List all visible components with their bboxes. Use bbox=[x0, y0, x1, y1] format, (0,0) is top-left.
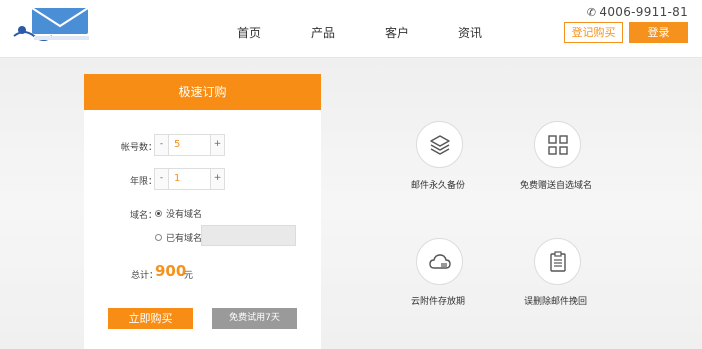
feature-domain-label: 免费赠送自选域名 bbox=[520, 181, 593, 191]
free-trial-button[interactable]: 免费试用7天 bbox=[212, 308, 297, 329]
total-label: 总计： bbox=[131, 271, 159, 281]
phone-icon: ✆ bbox=[586, 6, 597, 19]
years-stepper: - 1 + bbox=[154, 168, 225, 190]
nav-products[interactable]: 产品 bbox=[311, 24, 335, 41]
phone-text: 4006-9911-81 bbox=[599, 5, 688, 19]
has-domain-radio[interactable]: 已有域名 bbox=[155, 231, 202, 244]
layers-icon bbox=[430, 135, 450, 155]
feature-cloud-label: 云附件存放期 bbox=[411, 297, 466, 307]
feature-recover-circle bbox=[534, 238, 581, 285]
accounts-input[interactable]: 5 bbox=[169, 135, 210, 155]
no-domain-radio[interactable]: 没有域名 bbox=[155, 207, 202, 220]
radio-unselected-icon bbox=[155, 234, 162, 241]
accounts-plus-button[interactable]: + bbox=[210, 135, 224, 155]
grid-icon bbox=[548, 135, 568, 155]
has-domain-label: 已有域名 bbox=[166, 234, 203, 244]
cloud-icon bbox=[429, 254, 451, 269]
register-button[interactable]: 登记购买 bbox=[564, 22, 623, 43]
clipboard-icon bbox=[550, 251, 566, 272]
years-label: 年限： bbox=[130, 177, 158, 187]
feature-backup-label: 邮件永久备份 bbox=[411, 181, 466, 191]
feature-domain-circle bbox=[534, 121, 581, 168]
login-button[interactable]: 登录 bbox=[629, 22, 688, 43]
total-value: 900 bbox=[155, 262, 187, 280]
accounts-minus-button[interactable]: - bbox=[155, 135, 169, 155]
nav-home[interactable]: 首页 bbox=[237, 24, 261, 41]
years-input[interactable]: 1 bbox=[169, 169, 210, 189]
years-minus-button[interactable]: - bbox=[155, 169, 169, 189]
no-domain-label: 没有域名 bbox=[166, 210, 203, 220]
phone-number: ✆ 4006-9911-81 bbox=[587, 5, 688, 19]
domain-label: 域名： bbox=[130, 211, 158, 221]
total-unit: 元 bbox=[184, 271, 194, 281]
header: 首页 产品 客户 资讯 ✆ 4006-9911-81 登记购买 登录 bbox=[0, 0, 702, 58]
radio-selected-icon bbox=[155, 210, 162, 217]
domain-input[interactable] bbox=[201, 225, 296, 246]
feature-cloud-circle bbox=[416, 238, 463, 285]
accounts-stepper: - 5 + bbox=[154, 134, 225, 156]
accounts-label: 帐号数： bbox=[121, 143, 158, 153]
buy-now-button[interactable]: 立即购买 bbox=[108, 308, 193, 329]
nav-news[interactable]: 资讯 bbox=[458, 24, 482, 41]
feature-recover-label: 误删除邮件挽回 bbox=[524, 297, 588, 307]
years-plus-button[interactable]: + bbox=[210, 169, 224, 189]
nav-customers[interactable]: 客户 bbox=[385, 24, 409, 41]
order-panel-title: 极速订购 bbox=[84, 74, 321, 110]
logo[interactable] bbox=[12, 6, 94, 46]
feature-backup-circle bbox=[416, 121, 463, 168]
